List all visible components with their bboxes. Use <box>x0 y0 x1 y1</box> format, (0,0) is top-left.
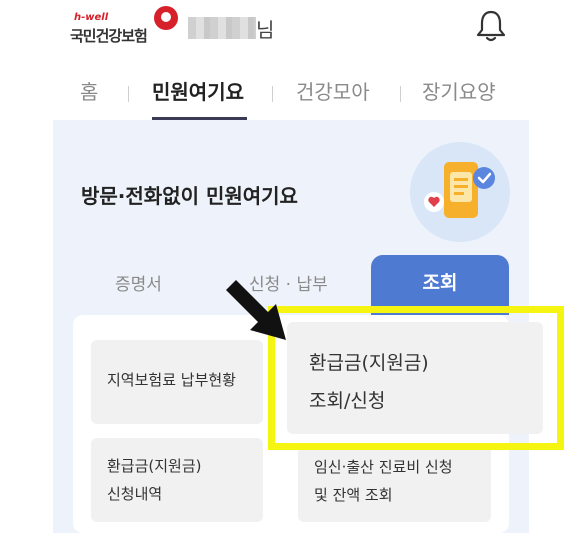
tile-refund-history[interactable]: 환급금(지원금) 신청내역 <box>91 438 263 522</box>
user-honorific: 님 <box>256 18 275 42</box>
tab-minwon[interactable]: 민원여기요 <box>152 76 244 105</box>
pointer-arrow-icon <box>226 280 286 340</box>
nav-divider <box>272 86 273 102</box>
nhis-logo[interactable]: h-well 국민건강보험 <box>70 6 190 52</box>
main-nav: 홈 민원여기요 건강모아 장기요양 <box>0 70 580 120</box>
tab-health[interactable]: 건강모아 <box>296 76 370 105</box>
tile-pregnancy-voucher[interactable]: 임신·출산 진료비 신청 및 잔액 조회 <box>298 445 491 522</box>
phone-document-icon <box>424 162 495 218</box>
nav-divider <box>128 86 129 102</box>
subtab-inquiry-label: 조회 <box>422 272 458 294</box>
tile-regional-premium-status[interactable]: 지역보험료 납부현황 <box>91 340 263 424</box>
subtab-certificate[interactable]: 증명서 <box>115 270 162 295</box>
tile-label: 지역보험료 납부현황 <box>107 371 236 389</box>
logo-brand: h-well <box>74 12 109 23</box>
tile-label: 환급금(지원금) <box>107 457 202 475</box>
logo-mark-icon <box>154 6 178 30</box>
user-name-redacted <box>188 17 256 39</box>
illustration <box>410 142 510 242</box>
tab-home[interactable]: 홈 <box>80 76 98 105</box>
tile-label: 신청내역 <box>107 485 163 503</box>
nav-divider <box>400 86 401 102</box>
tile-label: 및 잔액 조회 <box>314 486 393 504</box>
highlight-box <box>268 306 564 450</box>
tab-longterm-care[interactable]: 장기요양 <box>422 76 496 105</box>
tile-label: 임신·출산 진료비 신청 <box>314 458 453 476</box>
panel-title: 방문·전화없이 민원여기요 <box>81 184 298 208</box>
app-header: h-well 국민건강보험 님 <box>0 0 580 62</box>
logo-name: 국민건강보험 <box>70 27 148 45</box>
bell-icon[interactable] <box>474 8 508 44</box>
